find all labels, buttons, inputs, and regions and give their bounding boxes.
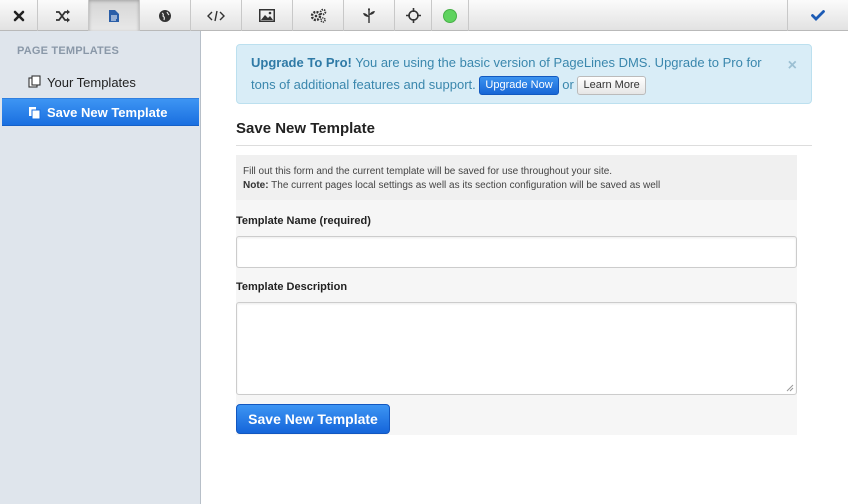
sidebar: PAGE TEMPLATES Your Templates Save New T… [0,31,201,504]
close-icon [13,10,24,21]
form-help-text: Fill out this form and the current templ… [243,165,660,193]
upgrade-alert: Upgrade To Pro! You are using the basic … [236,44,812,104]
template-description-label: Template Description [236,281,348,293]
code-button[interactable] [191,0,242,31]
shuffle-icon [56,9,70,22]
publish-button[interactable] [787,0,848,31]
help-note-text: The current pages local settings as well… [271,180,661,191]
move-icon [405,8,421,23]
page-templates-button[interactable] [89,0,140,31]
alert-or-text: or [562,77,574,92]
globe-icon [159,9,171,22]
save-template-icon [29,107,41,120]
document-icon [109,9,119,22]
help-note-label: Note: [243,180,269,191]
template-name-label: Template Name (required) [236,215,371,227]
page-title: Save New Template [236,120,375,137]
sidebar-item-label: Save New Template [47,104,168,120]
code-icon [207,10,225,21]
templates-icon [28,75,41,88]
close-button[interactable] [0,0,38,31]
plant-icon [363,8,375,23]
divider [236,145,812,146]
checkmark-icon [811,10,825,21]
sidebar-item-save-new-template[interactable]: Save New Template [2,98,199,126]
help-line: Fill out this form and the current templ… [243,166,613,177]
settings-button[interactable] [293,0,344,31]
sidebar-item-your-templates[interactable]: Your Templates [2,68,199,96]
gears-icon [310,8,326,23]
move-button[interactable] [395,0,432,31]
learn-more-button[interactable]: Learn More [577,76,646,96]
editor-toolbar [0,0,848,31]
status-dot-icon [443,8,457,23]
template-name-input[interactable] [236,236,797,268]
plant-button[interactable] [344,0,395,31]
save-new-template-button[interactable]: Save New Template [236,404,390,434]
image-icon [259,9,275,22]
alert-close-icon[interactable]: × [788,55,797,77]
shuffle-button[interactable] [38,0,89,31]
sidebar-item-label: Your Templates [47,74,136,90]
image-button[interactable] [242,0,293,31]
globe-button[interactable] [140,0,191,31]
upgrade-now-button[interactable]: Upgrade Now [479,76,559,96]
sidebar-heading: PAGE TEMPLATES [17,45,120,57]
resize-grip-icon[interactable] [786,384,794,392]
status-button[interactable] [432,0,469,31]
template-description-textarea[interactable] [236,302,797,395]
alert-title: Upgrade To Pro! [251,55,352,70]
help-note: Note: The current pages local settings a… [243,179,660,193]
